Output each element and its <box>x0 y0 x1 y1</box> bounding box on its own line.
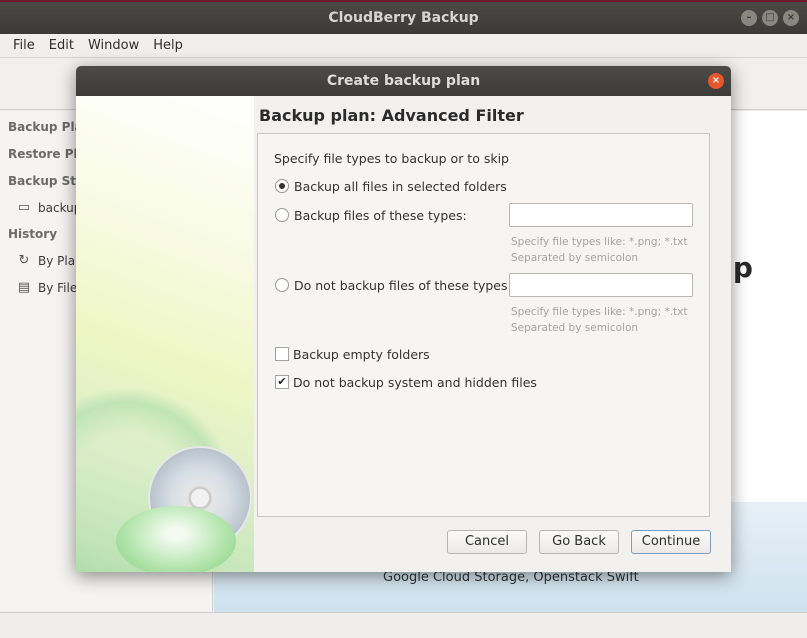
history-icon: ↻ <box>18 253 30 268</box>
all-files-radio[interactable] <box>275 179 289 193</box>
page-title: Backup plan: Advanced Filter <box>259 106 524 125</box>
these-types-radio[interactable] <box>275 208 289 222</box>
close-button[interactable]: × <box>783 10 799 26</box>
sidebar-item-label: By File <box>38 281 78 295</box>
menubar: File Edit Window Help <box>0 34 807 58</box>
not-these-types-hint-1: Specify file types like: *.png; *.txt <box>511 306 688 318</box>
dialog-titlebar: Create backup plan <box>76 66 731 96</box>
these-types-hint-1: Specify file types like: *.png; *.txt <box>511 236 688 248</box>
wizard-side-art <box>76 96 254 572</box>
create-backup-plan-dialog: Create backup plan × Backup plan: Advanc… <box>76 66 731 572</box>
sidebar-item-by-plan[interactable]: ↻ By Plan <box>16 253 83 269</box>
not-these-types-input[interactable] <box>509 273 693 297</box>
menu-file[interactable]: File <box>6 38 42 53</box>
menu-window[interactable]: Window <box>81 38 146 53</box>
minimize-button[interactable]: – <box>741 10 757 26</box>
menu-help[interactable]: Help <box>146 38 190 53</box>
empty-folders-label[interactable]: Backup empty folders <box>293 347 430 362</box>
continue-button[interactable]: Continue <box>631 530 711 554</box>
menu-edit[interactable]: Edit <box>42 38 81 53</box>
sidebar-item-label: backup <box>38 201 82 215</box>
drive-icon: ▭ <box>17 200 31 215</box>
filter-panel: Specify file types to backup or to skip … <box>257 133 710 517</box>
go-back-button[interactable]: Go Back <box>539 530 619 554</box>
these-types-hint-2: Separated by semicolon <box>511 252 639 264</box>
sidebar-history: History <box>8 227 58 241</box>
cloud-icon <box>116 506 236 572</box>
file-history-icon: ▤ <box>17 280 31 295</box>
skip-system-hidden-label[interactable]: Do not backup system and hidden files <box>293 375 537 390</box>
these-types-label[interactable]: Backup files of these types: <box>294 208 467 223</box>
not-these-types-hint-2: Separated by semicolon <box>511 322 639 334</box>
app-titlebar: CloudBerry Backup – □ × <box>0 2 807 34</box>
dialog-title: Create backup plan <box>326 73 481 89</box>
skip-system-hidden-checkbox[interactable]: ✔ <box>275 375 289 389</box>
not-these-types-radio[interactable] <box>275 278 289 292</box>
all-files-label[interactable]: Backup all files in selected folders <box>294 179 507 194</box>
cancel-button[interactable]: Cancel <box>447 530 527 554</box>
statusbar <box>0 612 807 638</box>
window-controls: – □ × <box>741 10 799 26</box>
app-title: CloudBerry Backup <box>328 10 479 26</box>
not-these-types-label[interactable]: Do not backup files of these types: <box>294 278 512 293</box>
dialog-close-icon[interactable]: × <box>708 73 724 89</box>
sidebar-item-by-file[interactable]: ▤ By File <box>16 280 77 296</box>
these-types-input[interactable] <box>509 203 693 227</box>
sidebar-item-storage[interactable]: ▭ backup <box>16 200 82 216</box>
storage-providers-text: Google Cloud Storage, Openstack Swift <box>383 570 639 585</box>
intro-text: Specify file types to backup or to skip <box>274 151 509 166</box>
empty-folders-checkbox[interactable] <box>275 347 289 361</box>
maximize-button[interactable]: □ <box>762 10 778 26</box>
